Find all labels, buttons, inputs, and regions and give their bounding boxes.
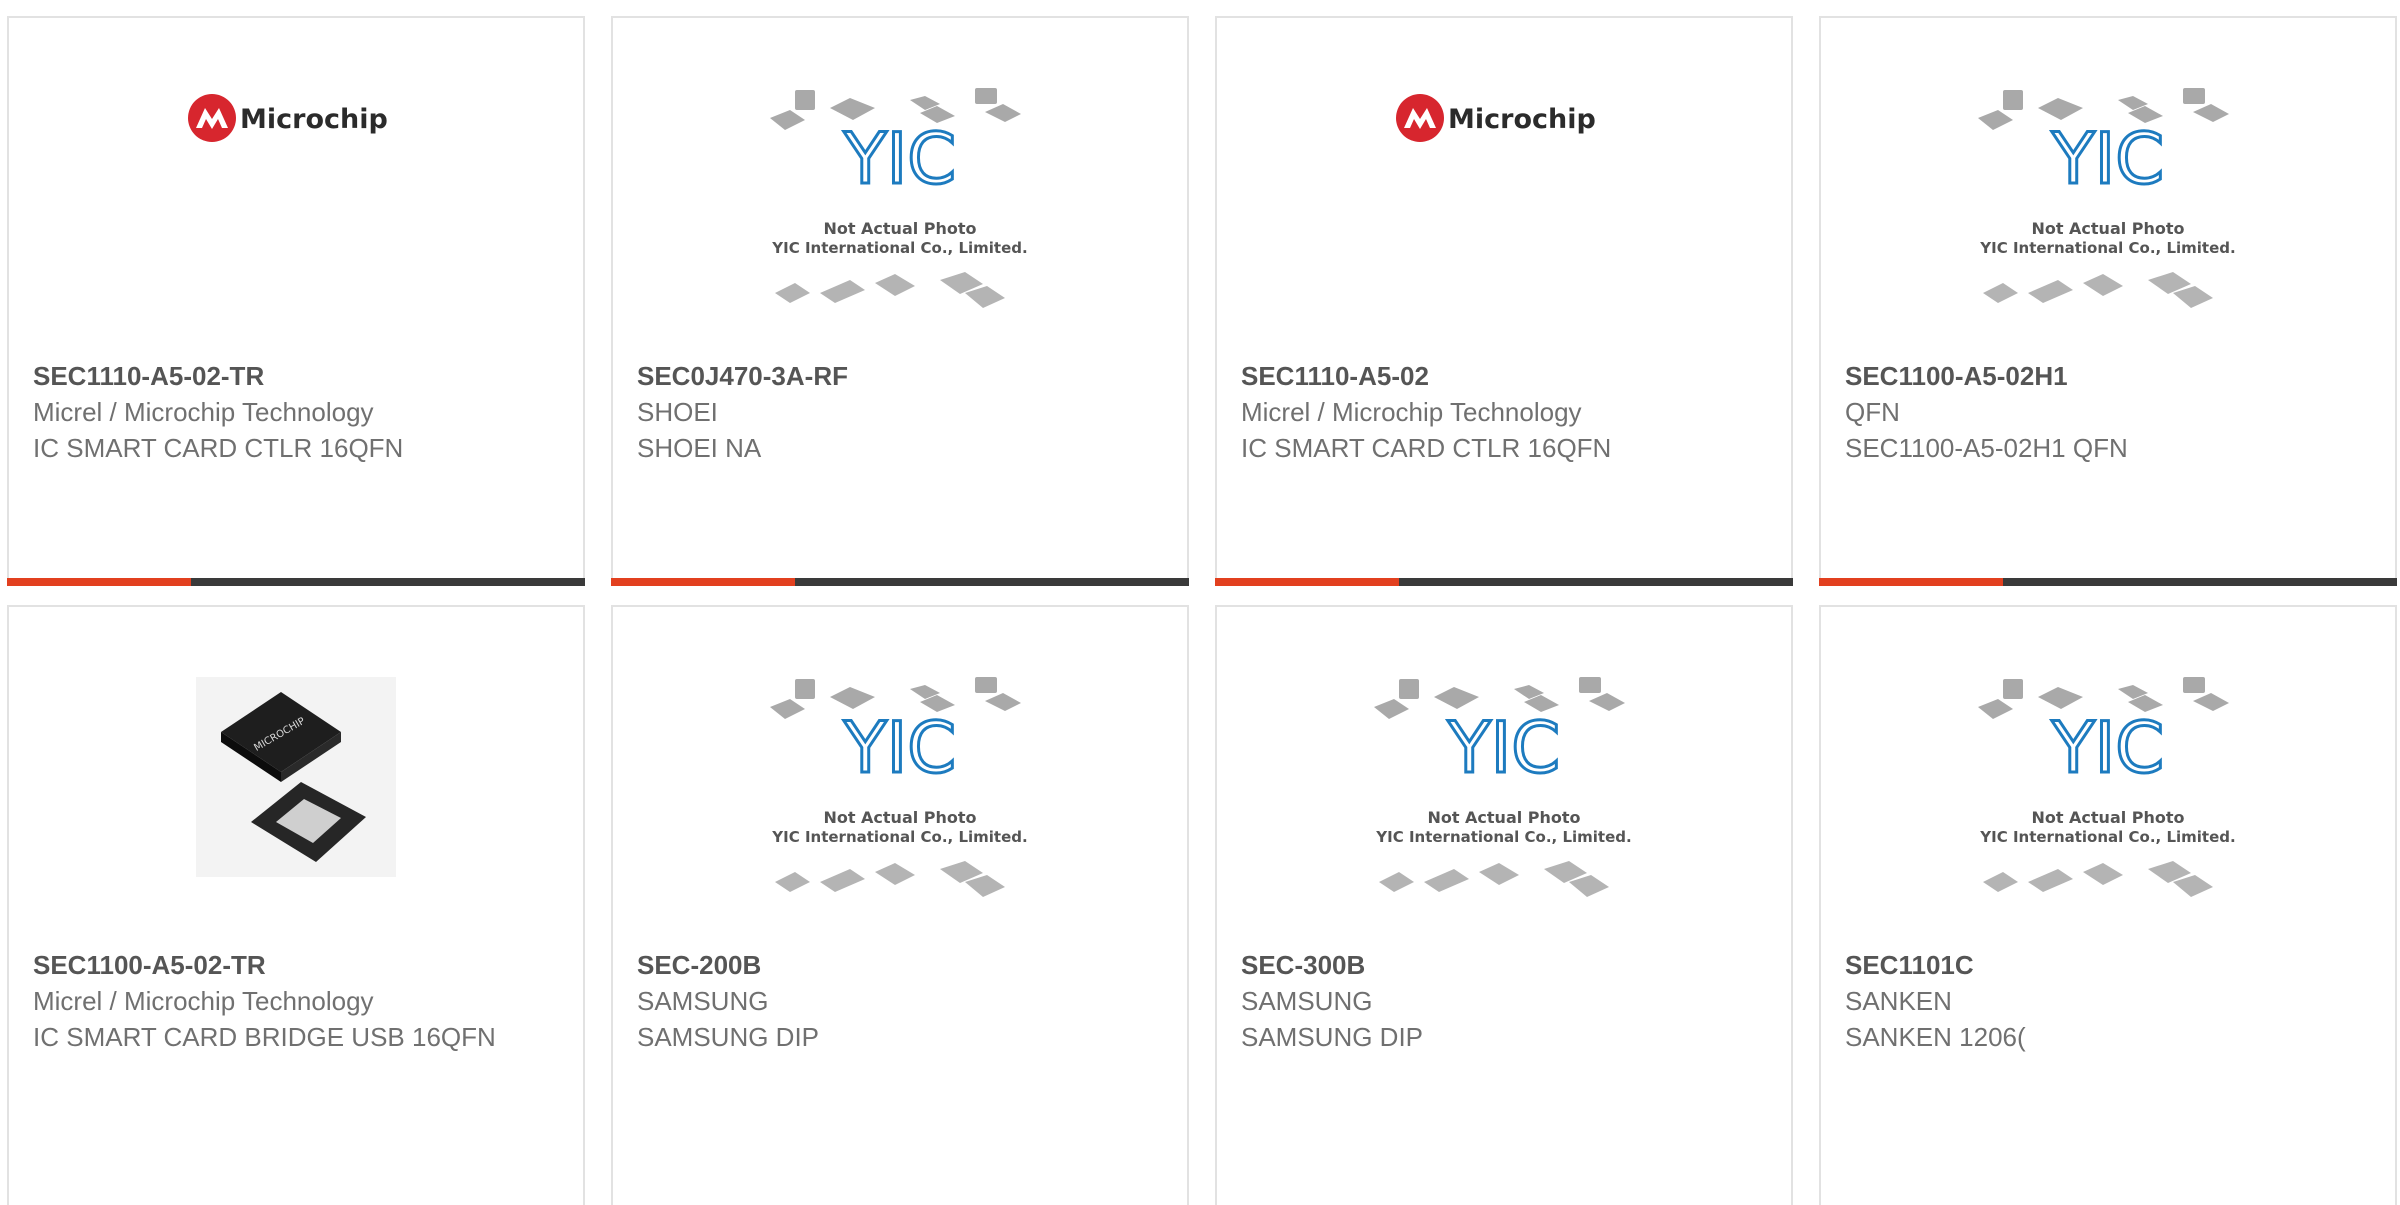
product-card[interactable]: Microchip SEC1110-A5-02 Micrel / Microch…: [1215, 16, 1793, 586]
svg-text:YIC: YIC: [843, 707, 956, 789]
card-footer-bar: [1215, 578, 1793, 586]
part-number[interactable]: SEC0J470-3A-RF: [637, 358, 1167, 394]
svg-text:YIC: YIC: [1447, 707, 1560, 789]
manufacturer: SANKEN: [1845, 986, 1952, 1016]
part-number[interactable]: SEC-200B: [637, 947, 1167, 983]
manufacturer: Micrel / Microchip Technology: [1241, 397, 1582, 427]
manufacturer: SAMSUNG: [1241, 986, 1373, 1016]
part-number[interactable]: SEC1100-A5-02-TR: [33, 947, 563, 983]
yic-placeholder-icon: YIC Not Actual Photo YIC International C…: [770, 677, 1028, 897]
placeholder-line1: Not Actual Photo: [823, 808, 976, 827]
part-number[interactable]: SEC1110-A5-02-TR: [33, 358, 563, 394]
svg-text:YIC: YIC: [843, 118, 956, 200]
description: IC SMART CARD CTLR 16QFN: [1241, 433, 1612, 463]
placeholder-line2: YIC International Co., Limited.: [771, 239, 1027, 257]
placeholder-line1: Not Actual Photo: [2031, 808, 2184, 827]
qfn-chip-photo-icon: MICROCHIP: [196, 677, 396, 877]
card-footer-accent: [1215, 578, 1399, 586]
card-footer-accent: [611, 578, 795, 586]
microchip-logo-icon: Microchip: [188, 94, 388, 142]
card-footer-bar: [611, 578, 1189, 586]
product-card[interactable]: MICROCHIP SEC1100-A5-02-TR Micrel / Micr…: [7, 605, 585, 1205]
product-image[interactable]: Microchip: [9, 88, 583, 328]
product-image[interactable]: YIC Not Actual Photo YIC International C…: [1821, 88, 2395, 328]
card-footer-bar: [1819, 578, 2397, 586]
placeholder-line2: YIC International Co., Limited.: [1979, 239, 2235, 257]
yic-placeholder-icon: YIC Not Actual Photo YIC International C…: [1978, 88, 2236, 308]
part-number[interactable]: SEC1100-A5-02H1: [1845, 358, 2375, 394]
product-image[interactable]: Microchip: [1217, 88, 1791, 328]
product-card[interactable]: YIC Not Actual Photo YIC International C…: [611, 605, 1189, 1205]
description: SHOEI NA: [637, 433, 762, 463]
description: SEC1100-A5-02H1 QFN: [1845, 433, 2128, 463]
manufacturer: Micrel / Microchip Technology: [33, 986, 374, 1016]
product-image[interactable]: YIC Not Actual Photo YIC International C…: [613, 88, 1187, 328]
manufacturer: SHOEI: [637, 397, 718, 427]
description: SAMSUNG DIP: [637, 1022, 820, 1052]
microchip-logo-icon: Microchip: [1396, 94, 1596, 142]
placeholder-line2: YIC International Co., Limited.: [771, 828, 1027, 846]
part-number[interactable]: SEC1101C: [1845, 947, 2375, 983]
product-card[interactable]: YIC Not Actual Photo YIC International C…: [1215, 605, 1793, 1205]
placeholder-line2: YIC International Co., Limited.: [1375, 828, 1631, 846]
svg-text:YIC: YIC: [2051, 707, 2164, 789]
manufacturer: QFN: [1845, 397, 1900, 427]
description: SANKEN 1206(: [1845, 1022, 2026, 1052]
brand-logo-text: Microchip: [1448, 104, 1596, 135]
product-card[interactable]: Microchip SEC1110-A5-02-TR Micrel / Micr…: [7, 16, 585, 586]
brand-logo-text: Microchip: [240, 104, 388, 135]
description: IC SMART CARD CTLR 16QFN: [33, 433, 404, 463]
part-number[interactable]: SEC1110-A5-02: [1241, 358, 1771, 394]
manufacturer: Micrel / Microchip Technology: [33, 397, 374, 427]
product-grid: Microchip SEC1110-A5-02-TR Micrel / Micr…: [0, 0, 2400, 1205]
placeholder-line2: YIC International Co., Limited.: [1979, 828, 2235, 846]
placeholder-line1: Not Actual Photo: [823, 219, 976, 238]
product-image[interactable]: YIC Not Actual Photo YIC International C…: [613, 677, 1187, 917]
yic-placeholder-icon: YIC Not Actual Photo YIC International C…: [1374, 677, 1632, 897]
product-card[interactable]: YIC Not Actual Photo YIC International C…: [611, 16, 1189, 586]
description: IC SMART CARD BRIDGE USB 16QFN: [33, 1022, 496, 1052]
product-card[interactable]: YIC Not Actual Photo YIC International C…: [1819, 16, 2397, 586]
card-footer-accent: [7, 578, 191, 586]
placeholder-line1: Not Actual Photo: [2031, 219, 2184, 238]
product-image[interactable]: MICROCHIP: [9, 677, 583, 917]
card-footer-accent: [1819, 578, 2003, 586]
manufacturer: SAMSUNG: [637, 986, 769, 1016]
part-number[interactable]: SEC-300B: [1241, 947, 1771, 983]
yic-placeholder-icon: YIC Not Actual Photo YIC International C…: [1978, 677, 2236, 897]
placeholder-line1: Not Actual Photo: [1427, 808, 1580, 827]
yic-placeholder-icon: YIC Not Actual Photo YIC International C…: [770, 88, 1028, 308]
product-image[interactable]: YIC Not Actual Photo YIC International C…: [1217, 677, 1791, 917]
product-image[interactable]: YIC Not Actual Photo YIC International C…: [1821, 677, 2395, 917]
svg-text:YIC: YIC: [2051, 118, 2164, 200]
card-footer-bar: [7, 578, 585, 586]
description: SAMSUNG DIP: [1241, 1022, 1424, 1052]
product-card[interactable]: YIC Not Actual Photo YIC International C…: [1819, 605, 2397, 1205]
